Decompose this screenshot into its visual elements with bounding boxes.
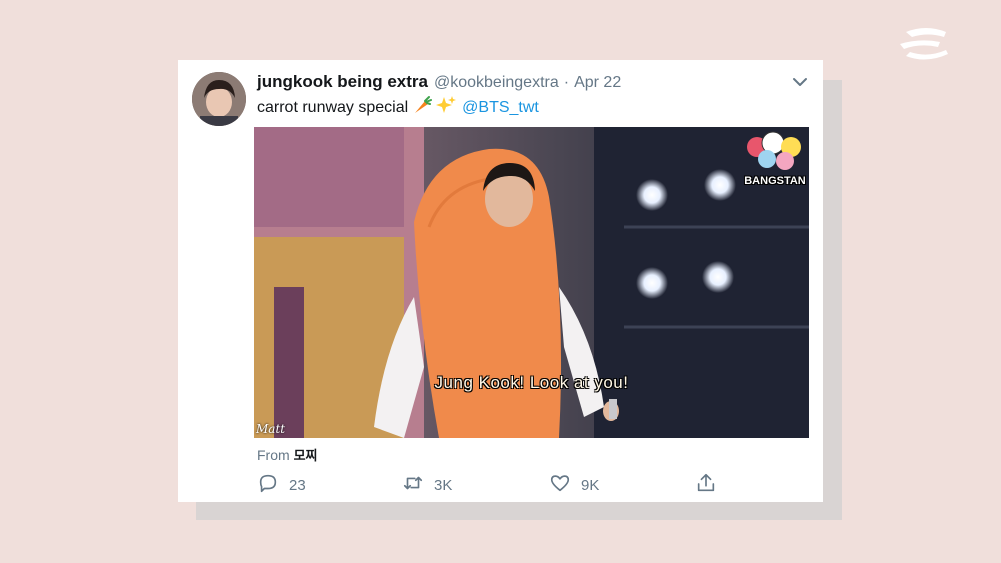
- reply-count: 23: [289, 476, 306, 494]
- tweet-body: carrot runway special: [257, 98, 409, 116]
- video-subtitle: Jung Kook! Look at you!: [434, 373, 629, 392]
- author-name[interactable]: jungkook being extra: [257, 72, 428, 92]
- author-handle[interactable]: @kookbeingextra: [434, 74, 559, 92]
- tweet-card: jungkook being extra @kookbeingextra · A…: [178, 60, 823, 502]
- share-button[interactable]: [695, 472, 717, 498]
- heart-icon: [549, 472, 571, 499]
- sparkles-emoji: [436, 95, 457, 120]
- tweet-date[interactable]: Apr 22: [574, 74, 621, 92]
- watermark-left: Matt: [256, 422, 286, 436]
- tweet-text: carrot runway special @BTS_twt: [257, 95, 539, 120]
- source-label: From: [257, 447, 290, 463]
- reply-button[interactable]: 23: [257, 472, 306, 498]
- brand-e-logo-icon: [898, 26, 954, 62]
- bangstan-watermark: BANGSTAN: [743, 129, 807, 187]
- retweet-icon: [402, 472, 424, 499]
- author-row: jungkook being extra @kookbeingextra · A…: [257, 72, 621, 94]
- tweet-actions: 23 3K 9K: [257, 472, 727, 498]
- tweet-media[interactable]: Jung Kook! Look at you! Matt BANGSTAN: [254, 127, 809, 438]
- retweet-count: 3K: [434, 476, 453, 494]
- mention-link[interactable]: @BTS_twt: [462, 99, 539, 117]
- share-icon: [695, 472, 717, 499]
- like-count: 9K: [581, 476, 600, 494]
- source-name[interactable]: 모찌: [294, 449, 318, 464]
- like-button[interactable]: 9K: [549, 472, 599, 498]
- retweet-button[interactable]: 3K: [402, 472, 452, 498]
- media-source: From 모찌: [257, 445, 317, 464]
- separator-dot: ·: [563, 74, 570, 91]
- carrot-emoji: [412, 95, 433, 120]
- avatar[interactable]: [192, 72, 246, 126]
- watermark-right-text: BANGSTAN: [744, 175, 806, 187]
- reply-icon: [257, 472, 279, 499]
- chevron-down-icon[interactable]: [790, 72, 810, 92]
